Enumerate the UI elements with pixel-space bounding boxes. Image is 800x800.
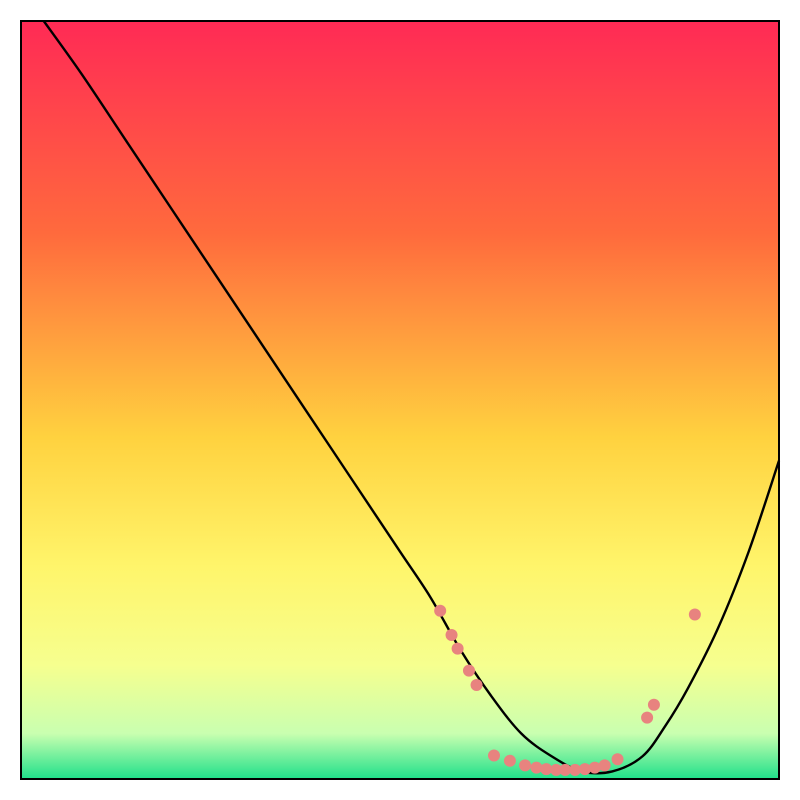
- highlight-point: [463, 665, 475, 677]
- highlight-point: [504, 755, 516, 767]
- highlight-point: [689, 609, 701, 621]
- highlight-point: [434, 605, 446, 617]
- highlight-point: [599, 759, 611, 771]
- highlight-point: [446, 629, 458, 641]
- gradient-background: [21, 21, 779, 779]
- chart-svg: [21, 21, 779, 779]
- highlight-point: [471, 679, 483, 691]
- highlight-point: [648, 699, 660, 711]
- highlight-point: [612, 753, 624, 765]
- highlight-point: [488, 750, 500, 762]
- chart-frame: TheBottleneck.com: [21, 21, 779, 779]
- highlight-point: [452, 643, 464, 655]
- highlight-point: [519, 759, 531, 771]
- highlight-point: [641, 712, 653, 724]
